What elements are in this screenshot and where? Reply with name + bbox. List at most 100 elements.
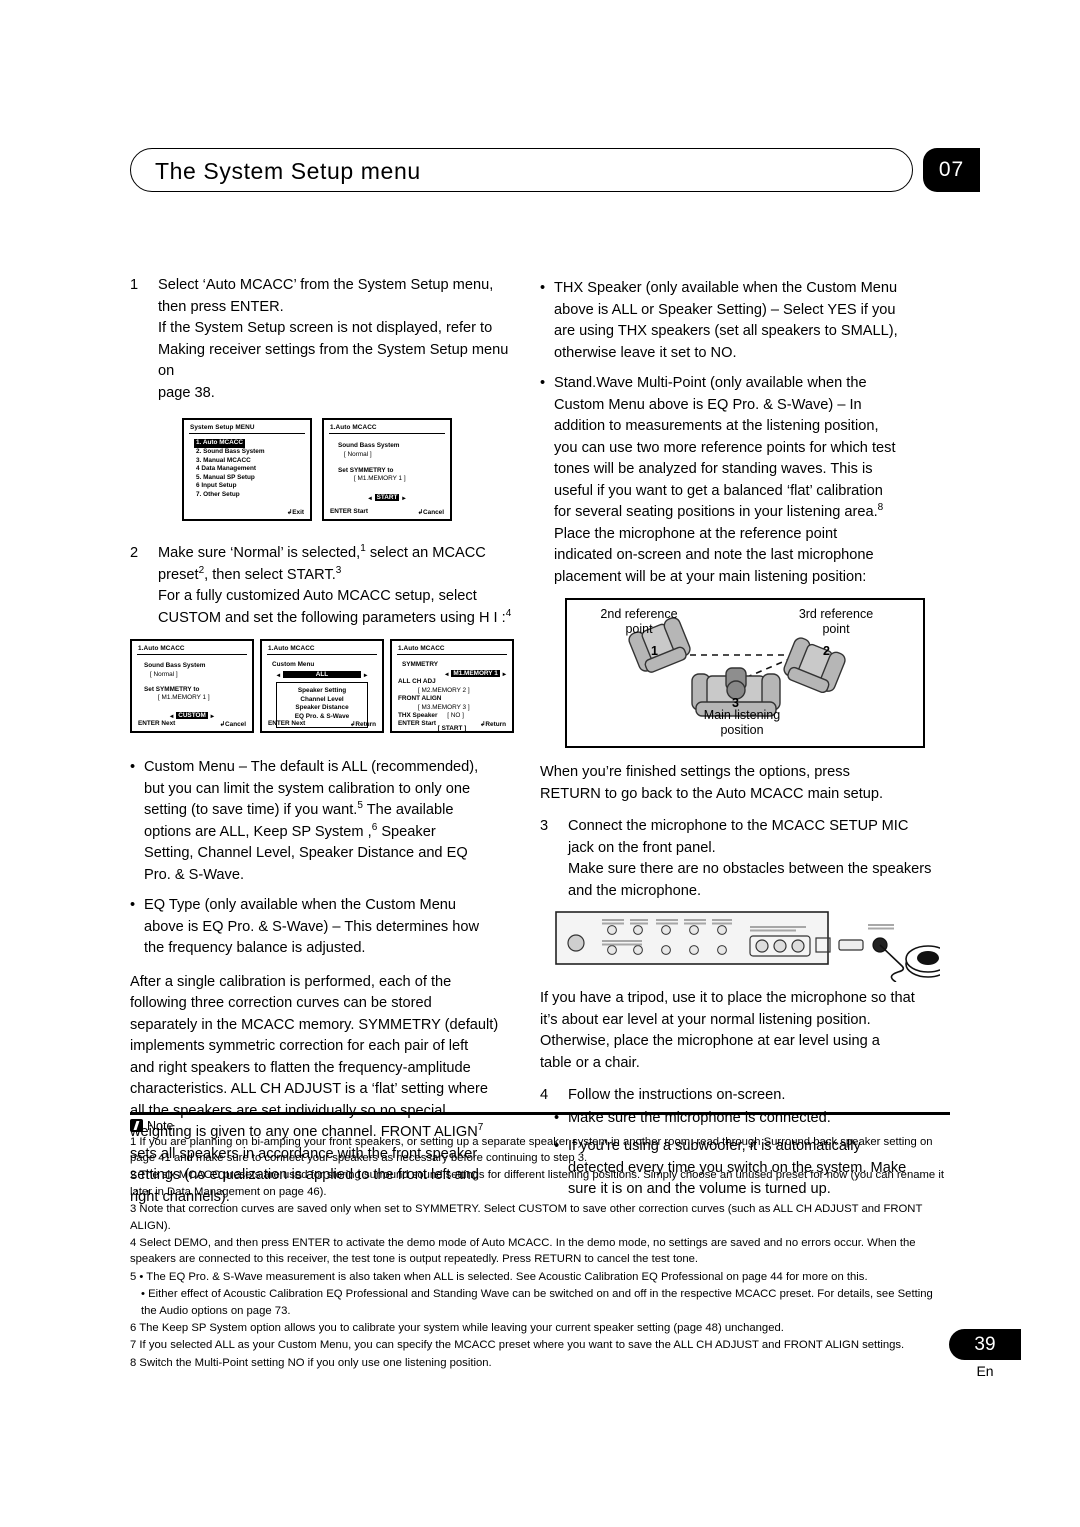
- step-2-line-2: preset2, then select START.3: [158, 565, 528, 587]
- bullet-line-1: above is ALL or Speaker Setting) – Selec…: [554, 301, 896, 318]
- osd-row-value-3[interactable]: [ M3.MEMORY 3 ]: [392, 704, 512, 713]
- osd-auto-mcacc-custom: 1.Auto MCACC Sound Bass System [ Normal …: [130, 639, 254, 733]
- page-number-badge: 39: [949, 1329, 1021, 1360]
- osd-menu-item-1[interactable]: 2. Sound Bass System: [184, 448, 310, 457]
- osd-menu-item-0[interactable]: 1. Auto MCACC: [194, 439, 245, 448]
- step-3-line-4: and the microphone.: [568, 882, 702, 899]
- step-2: 2 Make sure ‘Normal’ is selected,1 selec…: [130, 543, 528, 629]
- osd-menu-item-4[interactable]: 5. Manual SP Setup: [184, 474, 310, 483]
- right-arrow-icon[interactable]: ▸: [503, 670, 506, 678]
- osd-field-value-1[interactable]: [ Normal ]: [324, 451, 450, 460]
- step-2-line-4: CUSTOM and set the following parameters …: [158, 608, 528, 630]
- footnote-ref-3: 3: [335, 564, 342, 576]
- bullet-line-8: indicated on-screen and note the last mi…: [554, 547, 874, 563]
- osd-title: 1.Auto MCACC: [398, 645, 445, 652]
- paragraph-return: When you’re finished settings the option…: [540, 762, 950, 805]
- osd-footer: ENTER Next ↲Return: [262, 720, 382, 728]
- osd-field-value-1[interactable]: [ Normal ]: [132, 671, 252, 680]
- divider: [137, 654, 247, 656]
- step-4-number: 4: [540, 1087, 549, 1103]
- step-3-line-2: jack on the front panel.: [568, 839, 716, 856]
- osd-row-value-1[interactable]: ◂ M1.MEMORY 1 ▸: [392, 670, 512, 678]
- osd-custom-button[interactable]: CUSTOM: [176, 712, 208, 720]
- osd-title: 1.Auto MCACC: [138, 645, 185, 652]
- bullet-icon: •: [540, 375, 546, 391]
- chair-1-number: 1: [651, 644, 658, 658]
- bullet-line-2a: setting (to save time) if you want.: [144, 802, 358, 818]
- osd-row-value-4[interactable]: [ NO ]: [447, 712, 464, 719]
- osd-title: 1.Auto MCACC: [330, 424, 377, 431]
- osd-field-value-2[interactable]: [ M1.MEMORY 1 ]: [132, 694, 252, 703]
- osd-footer-left: ENTER Next: [138, 720, 176, 727]
- bullet-line-1: but you can limit the system calibration…: [144, 780, 471, 797]
- para-tripod-line-4: table or a chair.: [540, 1054, 640, 1071]
- osd-correction-curves: 1.Auto MCACC SYMMETRY ◂ M1.MEMORY 1 ▸ AL…: [390, 639, 514, 733]
- osd-custom-control[interactable]: ◂ CUSTOM ▸: [132, 712, 252, 720]
- note-item: 5 • The EQ Pro. & S-Wave measurement is …: [130, 1270, 868, 1283]
- note-item: 2 The six MCACC presets are used for sto…: [130, 1169, 945, 1198]
- bullet-line-3: you can use two more reference points fo…: [554, 439, 896, 456]
- osd-all-button[interactable]: ALL: [283, 671, 361, 679]
- osd-auto-mcacc-normal: 1.Auto MCACC Sound Bass System [ Normal …: [322, 418, 452, 521]
- osd-memory-1[interactable]: M1.MEMORY 1: [451, 670, 500, 678]
- note-item: 8 Switch the Multi-Point setting NO if y…: [130, 1356, 492, 1369]
- osd-footer-right: ↲Cancel: [417, 509, 444, 516]
- osd-menu-selector[interactable]: ◂ ALL ▸: [262, 671, 382, 679]
- bullet-line-0: Stand.Wave Multi-Point (only available w…: [554, 375, 867, 391]
- osd-start-button[interactable]: START: [374, 494, 400, 502]
- step-2-line-1b: select an MCACC: [369, 545, 486, 561]
- bullet-line-3a: options are ALL, Keep SP System ,: [144, 823, 372, 840]
- right-arrow-icon[interactable]: ▸: [402, 494, 405, 502]
- osd-start-control[interactable]: ◂ START ▸: [324, 494, 450, 502]
- osd-option-2[interactable]: Speaker Distance: [277, 704, 367, 713]
- right-arrow-icon[interactable]: ▸: [211, 712, 214, 720]
- header-pill: The System Setup menu: [130, 148, 913, 192]
- divider: [397, 654, 507, 656]
- bullet-line-2: addition to measurements at the listenin…: [554, 418, 879, 434]
- footnote-ref-6: 6: [371, 821, 378, 833]
- bullet-line-0: THX Speaker (only available when the Cus…: [554, 280, 898, 296]
- osd-footer-left: ENTER Start: [398, 720, 436, 727]
- step-2-line-1a: Make sure ‘Normal’ is selected,: [158, 545, 361, 561]
- paragraph-tripod: If you have a tripod, use it to place th…: [540, 988, 950, 1074]
- notes-heading: Note: [130, 1119, 950, 1133]
- chair-2-shape: [783, 637, 846, 694]
- receiver-panel-figure: [550, 910, 951, 983]
- osd-option-1[interactable]: Channel Level: [277, 696, 367, 705]
- bullet-line-2: the frequency balance is adjusted.: [144, 940, 366, 956]
- osd-row-value-2[interactable]: [ M2.MEMORY 2 ]: [392, 687, 512, 696]
- para-tripod-line-1: If you have a tripod, use it to place th…: [540, 990, 915, 1006]
- step-3-line-1: Connect the microphone to the MCACC SETU…: [568, 818, 909, 834]
- step-3-number: 3: [540, 818, 549, 834]
- left-arrow-icon[interactable]: ◂: [445, 670, 448, 678]
- left-arrow-icon[interactable]: ◂: [170, 712, 173, 720]
- note-item: 3 Note that correction curves are saved …: [130, 1203, 923, 1232]
- right-arrow-icon[interactable]: ▸: [364, 671, 367, 679]
- para-return-line-1: When you’re finished settings the option…: [540, 764, 850, 780]
- osd-field-value-2[interactable]: [ M1.MEMORY 1 ]: [324, 475, 450, 484]
- para-tripod-line-2: it’s about ear level at your normal list…: [540, 1011, 871, 1028]
- osd-row-label-2: ALL CH ADJ: [398, 677, 436, 685]
- osd-menu-item-5[interactable]: 6 Input Setup: [184, 482, 310, 491]
- osd-row-label-4: THX Speaker: [398, 712, 438, 720]
- osd-screens-row-2: 1.Auto MCACC Sound Bass System [ Normal …: [130, 639, 528, 733]
- receiver-panel-svg: [555, 911, 951, 983]
- para-line-1: After a single calibration is performed,…: [130, 973, 452, 990]
- chapter-number: 07: [938, 158, 965, 181]
- right-column: • THX Speaker (only available when the C…: [540, 275, 951, 1201]
- step-3: 3 Connect the microphone to the MCACC SE…: [540, 816, 950, 902]
- left-arrow-icon[interactable]: ◂: [277, 671, 280, 679]
- divider: [267, 654, 377, 656]
- osd-menu-item-3[interactable]: 4 Data Management: [184, 465, 310, 474]
- label-3rd-reference-point: 3rd reference point: [798, 607, 874, 636]
- chair-2-number: 2: [823, 644, 830, 658]
- osd-menu-item-2[interactable]: 3. Manual MCACC: [184, 457, 310, 466]
- osd-menu-item-6[interactable]: 7. Other Setup: [184, 491, 310, 500]
- left-arrow-icon[interactable]: ◂: [368, 494, 371, 502]
- osd-option-0[interactable]: Speaker Setting: [277, 687, 367, 696]
- microphone-capsule: [917, 951, 939, 965]
- para-tripod-line-3: Otherwise, place the microphone at ear l…: [540, 1033, 880, 1049]
- seating-diagram: 2nd reference point 3rd reference point Ma…: [565, 598, 925, 748]
- footnote-ref-5: 5: [357, 800, 363, 812]
- bullet-line-6: for several seating positions in your li…: [554, 502, 950, 524]
